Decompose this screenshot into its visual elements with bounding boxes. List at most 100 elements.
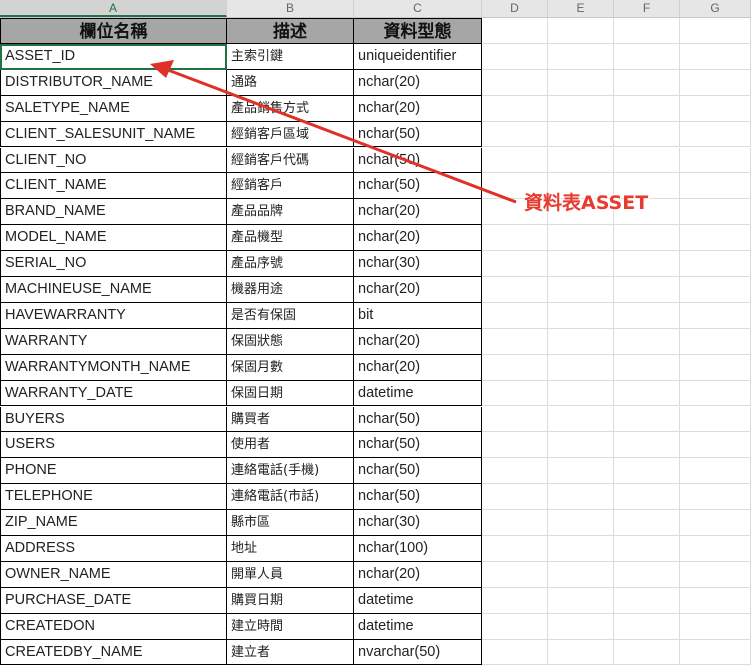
header-cell-field[interactable]: 欄位名稱 bbox=[0, 18, 227, 44]
data-type-cell[interactable]: nchar(50) bbox=[354, 432, 482, 459]
field-name-cell[interactable]: CREATEDBY_NAME bbox=[0, 639, 227, 666]
field-name-cell[interactable]: WARRANTY bbox=[0, 328, 227, 355]
empty-cell[interactable] bbox=[680, 95, 751, 122]
field-name-cell[interactable]: BUYERS bbox=[0, 406, 227, 433]
data-type-cell[interactable]: nchar(30) bbox=[354, 510, 482, 536]
empty-cell[interactable] bbox=[548, 43, 614, 70]
empty-cell[interactable] bbox=[548, 251, 614, 277]
empty-cell[interactable] bbox=[548, 225, 614, 252]
data-type-cell[interactable]: nchar(50) bbox=[354, 121, 482, 148]
header-cell-desc[interactable]: 描述 bbox=[227, 18, 354, 44]
field-name-cell[interactable]: ASSET_ID bbox=[0, 43, 227, 70]
empty-cell[interactable] bbox=[614, 406, 680, 433]
description-cell[interactable]: 經銷客戶代碼 bbox=[227, 147, 354, 174]
field-name-cell[interactable]: PHONE bbox=[0, 458, 227, 485]
empty-cell[interactable] bbox=[482, 561, 548, 588]
data-type-cell[interactable]: nchar(50) bbox=[354, 406, 482, 433]
field-name-cell[interactable]: PURCHASE_DATE bbox=[0, 587, 227, 614]
description-cell[interactable]: 地址 bbox=[227, 536, 354, 562]
empty-cell[interactable] bbox=[614, 639, 680, 666]
empty-cell[interactable] bbox=[482, 95, 548, 122]
field-name-cell[interactable]: CLIENT_NO bbox=[0, 147, 227, 174]
empty-cell[interactable] bbox=[548, 639, 614, 666]
field-name-cell[interactable]: BRAND_NAME bbox=[0, 199, 227, 226]
description-cell[interactable]: 產品機型 bbox=[227, 225, 354, 252]
description-cell[interactable]: 連絡電話(市話) bbox=[227, 484, 354, 511]
empty-cell[interactable] bbox=[680, 277, 751, 303]
empty-cell[interactable] bbox=[680, 587, 751, 614]
column-header-b[interactable]: B bbox=[227, 0, 354, 17]
empty-cell[interactable] bbox=[614, 18, 680, 44]
description-cell[interactable]: 通路 bbox=[227, 69, 354, 96]
empty-cell[interactable] bbox=[614, 536, 680, 562]
empty-cell[interactable] bbox=[614, 225, 680, 252]
empty-cell[interactable] bbox=[482, 639, 548, 666]
empty-cell[interactable] bbox=[482, 432, 548, 459]
empty-cell[interactable] bbox=[482, 587, 548, 614]
data-type-cell[interactable]: nchar(100) bbox=[354, 536, 482, 562]
empty-cell[interactable] bbox=[680, 302, 751, 329]
data-type-cell[interactable]: nchar(20) bbox=[354, 354, 482, 381]
description-cell[interactable]: 縣市區 bbox=[227, 510, 354, 536]
field-name-cell[interactable]: WARRANTYMONTH_NAME bbox=[0, 354, 227, 381]
column-header-c[interactable]: C bbox=[354, 0, 482, 17]
empty-cell[interactable] bbox=[548, 536, 614, 562]
data-type-cell[interactable]: datetime bbox=[354, 380, 482, 407]
empty-cell[interactable] bbox=[680, 121, 751, 148]
empty-cell[interactable] bbox=[482, 147, 548, 174]
empty-cell[interactable] bbox=[680, 199, 751, 226]
field-name-cell[interactable]: CLIENT_NAME bbox=[0, 173, 227, 200]
empty-cell[interactable] bbox=[680, 536, 751, 562]
empty-cell[interactable] bbox=[482, 536, 548, 562]
empty-cell[interactable] bbox=[482, 458, 548, 485]
empty-cell[interactable] bbox=[680, 639, 751, 666]
field-name-cell[interactable]: CLIENT_SALESUNIT_NAME bbox=[0, 121, 227, 148]
field-name-cell[interactable]: MODEL_NAME bbox=[0, 225, 227, 252]
field-name-cell[interactable]: ZIP_NAME bbox=[0, 510, 227, 536]
empty-cell[interactable] bbox=[548, 587, 614, 614]
description-cell[interactable]: 經銷客戶區域 bbox=[227, 121, 354, 148]
data-type-cell[interactable]: nchar(20) bbox=[354, 69, 482, 96]
empty-cell[interactable] bbox=[614, 147, 680, 174]
data-type-cell[interactable]: uniqueidentifier bbox=[354, 43, 482, 70]
description-cell[interactable]: 機器用途 bbox=[227, 277, 354, 303]
data-type-cell[interactable]: nchar(50) bbox=[354, 458, 482, 485]
description-cell[interactable]: 購買日期 bbox=[227, 587, 354, 614]
empty-cell[interactable] bbox=[482, 121, 548, 148]
empty-cell[interactable] bbox=[548, 458, 614, 485]
empty-cell[interactable] bbox=[548, 432, 614, 459]
data-type-cell[interactable]: nchar(50) bbox=[354, 147, 482, 174]
empty-cell[interactable] bbox=[482, 613, 548, 640]
empty-cell[interactable] bbox=[614, 302, 680, 329]
description-cell[interactable]: 建立時間 bbox=[227, 613, 354, 640]
empty-cell[interactable] bbox=[680, 328, 751, 355]
empty-cell[interactable] bbox=[680, 18, 751, 44]
empty-cell[interactable] bbox=[614, 458, 680, 485]
empty-cell[interactable] bbox=[482, 18, 548, 44]
empty-cell[interactable] bbox=[614, 354, 680, 381]
description-cell[interactable]: 主索引鍵 bbox=[227, 43, 354, 70]
description-cell[interactable]: 是否有保固 bbox=[227, 302, 354, 329]
column-header-g[interactable]: G bbox=[680, 0, 751, 17]
empty-cell[interactable] bbox=[548, 484, 614, 511]
field-name-cell[interactable]: ADDRESS bbox=[0, 536, 227, 562]
empty-cell[interactable] bbox=[680, 484, 751, 511]
empty-cell[interactable] bbox=[680, 561, 751, 588]
empty-cell[interactable] bbox=[680, 43, 751, 70]
description-cell[interactable]: 產品銷售方式 bbox=[227, 95, 354, 122]
empty-cell[interactable] bbox=[482, 277, 548, 303]
data-type-cell[interactable]: nchar(50) bbox=[354, 173, 482, 200]
description-cell[interactable]: 開單人員 bbox=[227, 561, 354, 588]
empty-cell[interactable] bbox=[482, 510, 548, 536]
description-cell[interactable]: 保固月數 bbox=[227, 354, 354, 381]
description-cell[interactable]: 連絡電話(手機) bbox=[227, 458, 354, 485]
field-name-cell[interactable]: OWNER_NAME bbox=[0, 561, 227, 588]
empty-cell[interactable] bbox=[614, 613, 680, 640]
data-type-cell[interactable]: nchar(20) bbox=[354, 561, 482, 588]
empty-cell[interactable] bbox=[482, 406, 548, 433]
description-cell[interactable]: 經銷客戶 bbox=[227, 173, 354, 200]
empty-cell[interactable] bbox=[548, 510, 614, 536]
empty-cell[interactable] bbox=[614, 69, 680, 96]
empty-cell[interactable] bbox=[680, 458, 751, 485]
column-header-e[interactable]: E bbox=[548, 0, 614, 17]
